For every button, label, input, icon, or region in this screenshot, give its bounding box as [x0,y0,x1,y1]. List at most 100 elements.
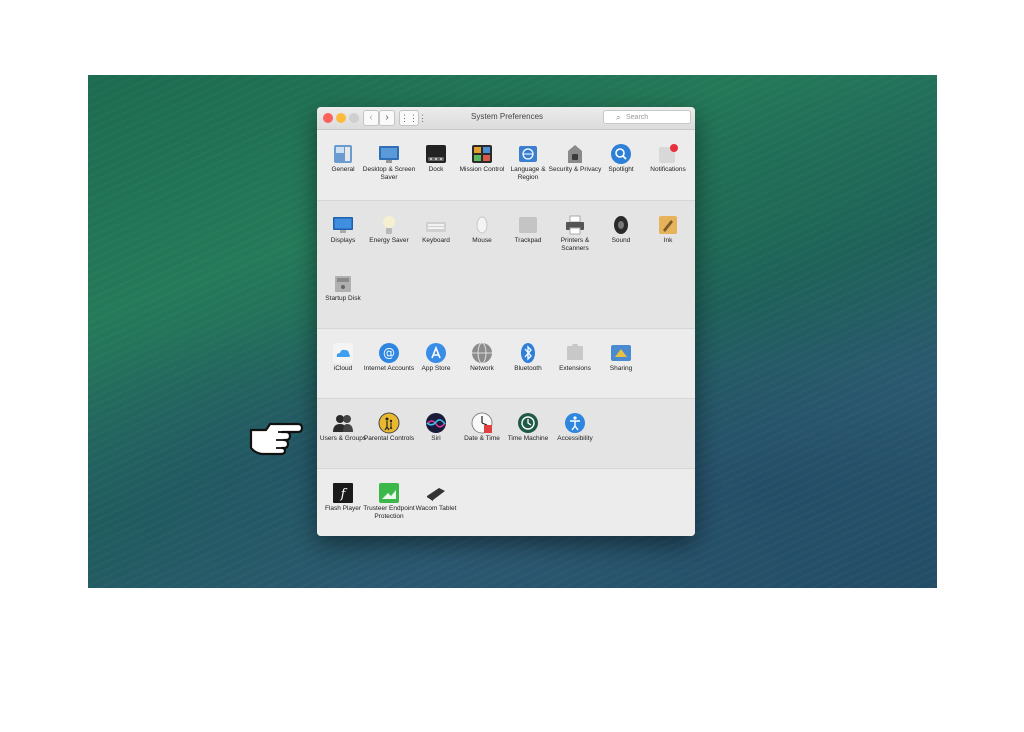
pane-security-privacy[interactable]: Security & Privacy [549,130,601,190]
pane-network[interactable]: Network [459,329,505,389]
time-machine-icon [518,413,538,433]
trackpad-icon [519,217,537,233]
pane-label: Ink [663,237,673,244]
search-placeholder: Search [626,114,649,121]
title-bar: ‹ › ⋮⋮⋮ System Preferences ⌕ Search [317,107,695,130]
search-icon: ⌕ [616,113,621,122]
date-time-icon [471,412,493,434]
pane-users-groups[interactable]: Users & Groups [320,399,366,459]
sound-icon [614,216,628,234]
pane-label: Parental Controls [363,435,415,442]
pane-app-store[interactable]: App Store [413,329,459,389]
section-internet-wireless: iCloud @ Internet Accounts App Store Net… [317,328,695,399]
displays-icon [333,217,353,233]
pane-general[interactable]: General [320,130,366,190]
pane-label: Notifications [650,166,686,173]
pane-sharing[interactable]: Sharing [598,329,644,389]
pane-language-region[interactable]: Language & Region [505,130,551,190]
pane-label: Internet Accounts [363,365,415,372]
system-preferences-window: ‹ › ⋮⋮⋮ System Preferences ⌕ Search Gene… [317,107,695,536]
mission-control-icon [472,145,492,163]
pane-dock[interactable]: Dock [413,130,459,190]
energy-saver-icon [383,216,395,234]
pane-startup-disk[interactable]: Startup Disk [320,259,366,319]
pane-label: Accessibility [557,435,593,442]
section-hardware: Displays Energy Saver Keyboard Mouse Tra… [317,200,695,329]
startup-disk-icon [335,276,351,292]
back-button[interactable]: ‹ [363,110,379,126]
users-icon [333,415,353,432]
pane-trusteer[interactable]: Trusteer Endpoint Protection [363,469,415,529]
pane-notifications[interactable]: Notifications [645,130,691,190]
close-button[interactable] [323,113,333,123]
pane-label: Sharing [609,365,633,372]
accessibility-icon [565,413,585,433]
pane-mouse[interactable]: Mouse [459,201,505,261]
spotlight-icon [611,144,631,164]
pane-extensions[interactable]: Extensions [552,329,598,389]
notifications-icon [659,144,678,163]
window-title: System Preferences [470,112,544,121]
pane-parental-controls[interactable]: Parental Controls [364,399,414,459]
pane-label: Energy Saver [369,237,409,244]
app-store-icon [426,343,446,363]
pane-label: Desktop & Screen Saver [362,166,416,181]
section-personal: General Desktop & Screen Saver Dock Miss… [317,130,695,200]
pane-bluetooth[interactable]: Bluetooth [505,329,551,389]
pane-label: Spotlight [608,166,634,173]
pane-ink[interactable]: Ink [645,201,691,261]
show-all-button[interactable]: ⋮⋮⋮ [399,110,427,126]
language-icon [519,146,537,162]
pane-desktop-screen-saver[interactable]: Desktop & Screen Saver [363,130,415,190]
flash-player-icon: f [333,483,353,503]
wacom-icon [427,488,445,501]
pane-mission-control[interactable]: Mission Control [459,130,505,190]
trusteer-icon [379,483,399,503]
bluetooth-icon [521,343,535,363]
pane-keyboard[interactable]: Keyboard [413,201,459,261]
keyboard-icon [426,222,446,232]
ink-icon [659,216,677,234]
pane-date-time[interactable]: Date & Time [459,399,505,459]
pane-label: Time Machine [507,435,549,442]
pane-internet-accounts[interactable]: @ Internet Accounts [364,329,414,389]
search-input[interactable]: ⌕ Search [603,110,691,124]
pane-siri[interactable]: Siri [413,399,459,459]
desktop-icon [379,146,399,163]
sharing-icon [611,345,631,361]
printer-icon [566,215,584,235]
pane-time-machine[interactable]: Time Machine [505,399,551,459]
minimize-button[interactable] [336,113,346,123]
internet-accounts-icon: @ [379,343,399,363]
pane-energy-saver[interactable]: Energy Saver [366,201,412,261]
pane-spotlight[interactable]: Spotlight [598,130,644,190]
pane-accessibility[interactable]: Accessibility [552,399,598,459]
pointing-hand-icon [249,422,304,456]
svg-text:@: @ [383,346,395,360]
pane-label: Language & Region [510,166,546,181]
pane-label: Sound [611,237,631,244]
parental-controls-icon [378,412,400,434]
icloud-icon [333,343,353,363]
siri-icon [426,413,446,433]
extensions-icon [567,344,583,360]
mouse-icon [476,216,488,234]
section-other: f Flash Player Trusteer Endpoint Protect… [317,468,695,536]
pane-label: Bluetooth [514,365,542,372]
network-icon [472,342,492,364]
general-icon [334,145,352,163]
pane-wacom-tablet[interactable]: Wacom Tablet [413,469,459,529]
pane-label: Startup Disk [325,295,361,302]
pane-trackpad[interactable]: Trackpad [505,201,551,261]
pane-icloud[interactable]: iCloud [320,329,366,389]
pane-label: Wacom Tablet [415,505,457,512]
pane-displays[interactable]: Displays [320,201,366,261]
pane-sound[interactable]: Sound [598,201,644,261]
section-system: Users & Groups Parental Controls Siri Da… [317,398,695,469]
pane-printers-scanners[interactable]: Printers & Scanners [552,201,598,261]
security-icon [568,145,582,163]
pane-label: Trackpad [514,237,542,244]
dock-icon [426,145,446,163]
zoom-button[interactable] [349,113,359,123]
forward-button[interactable]: › [379,110,395,126]
